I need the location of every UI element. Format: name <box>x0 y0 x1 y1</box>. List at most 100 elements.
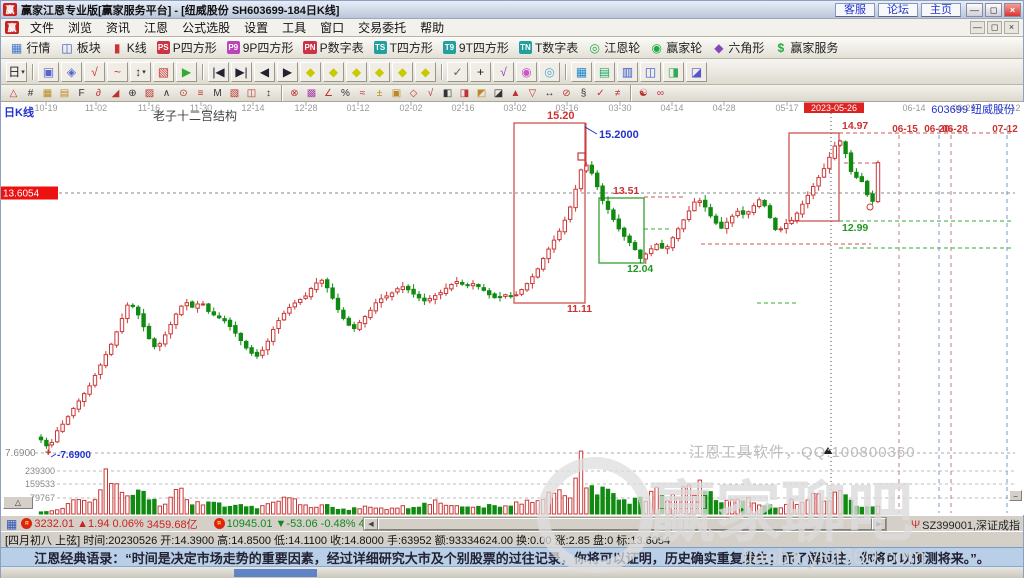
tool-icon[interactable]: ◩ <box>473 86 490 100</box>
pane-toggle-button[interactable]: △ <box>3 496 33 509</box>
tool-icon[interactable]: ⊘ <box>558 86 575 100</box>
tool-icon[interactable]: ✓ <box>592 86 609 100</box>
horizontal-scrollbar[interactable]: ◀ ▶ <box>363 517 887 531</box>
tool-icon[interactable]: ⊙ <box>175 86 192 100</box>
tool-icon[interactable]: ▣ <box>38 61 59 82</box>
toolbar-button[interactable]: TS T四方形 <box>369 38 438 58</box>
tool-icon[interactable]: ◆ <box>392 61 413 82</box>
tool-icon[interactable]: ▲ <box>507 86 524 100</box>
menu-item[interactable]: 交易委托 <box>351 21 413 35</box>
tool-icon[interactable]: ▨ <box>141 86 158 100</box>
tool-icon[interactable]: ✓ <box>447 61 468 82</box>
tool-icon[interactable]: |◀ <box>208 61 229 82</box>
splitter-minus-button[interactable]: − <box>1009 490 1022 501</box>
tool-icon[interactable]: ↕ ▾ <box>130 61 151 82</box>
tool-icon[interactable]: ◪ <box>490 86 507 100</box>
tool-icon[interactable]: ◆ <box>369 61 390 82</box>
calendar-grid-icon[interactable]: ▦ <box>6 517 17 531</box>
toolbar-button[interactable]: ◆ 六角形 <box>707 38 769 58</box>
menu-item[interactable]: 资讯 <box>99 21 137 35</box>
tool-icon[interactable]: √ <box>422 86 439 100</box>
tool-icon[interactable]: ↔ <box>541 86 558 100</box>
titlebar-link-button[interactable]: 主页 <box>921 2 961 17</box>
tool-icon[interactable]: ≈ <box>354 86 371 100</box>
tool-icon[interactable]: % <box>337 86 354 100</box>
tool-icon[interactable]: ▶| <box>231 61 252 82</box>
tool-icon[interactable]: ⊗ <box>286 86 303 100</box>
tool-icon[interactable]: ◈ <box>61 61 82 82</box>
tool-icon[interactable]: ◫ <box>640 61 661 82</box>
tool-icon[interactable]: ◨ <box>456 86 473 100</box>
tool-icon[interactable]: √ <box>84 61 105 82</box>
toolbar-button[interactable]: PS P四方形 <box>152 38 222 58</box>
tool-icon[interactable]: ◇ <box>405 86 422 100</box>
scroll-right-arrow[interactable]: ▶ <box>872 518 886 530</box>
tool-icon[interactable]: ⊕ <box>124 86 141 100</box>
tool-icon[interactable]: M <box>209 86 226 100</box>
toolbar-button[interactable]: P9 9P四方形 <box>222 38 299 58</box>
tool-icon[interactable]: ▶ <box>277 61 298 82</box>
tool-icon[interactable]: ≡ <box>192 86 209 100</box>
menu-item[interactable]: 工具 <box>275 21 313 35</box>
tool-icon[interactable]: ▦ <box>571 61 592 82</box>
toolbar-button[interactable]: ▦ 行情 <box>5 38 55 58</box>
tool-icon[interactable]: ▩ <box>303 86 320 100</box>
tool-icon[interactable]: ∂ <box>90 86 107 100</box>
menu-item[interactable]: 设置 <box>237 21 275 35</box>
current-index-label[interactable]: SZ399001,深证成指 <box>922 517 1020 533</box>
tool-icon[interactable]: ☯ <box>635 86 652 100</box>
tool-icon[interactable]: ◎ <box>539 61 560 82</box>
close-button[interactable]: × <box>1004 2 1021 17</box>
tool-icon[interactable]: § <box>575 86 592 100</box>
tool-icon[interactable]: ▣ <box>388 86 405 100</box>
tool-icon[interactable]: ± <box>371 86 388 100</box>
menu-item[interactable]: 公式选股 <box>175 21 237 35</box>
menu-item[interactable]: 文件 <box>23 21 61 35</box>
titlebar-link-button[interactable]: 客服 <box>835 2 875 17</box>
tool-icon[interactable]: 日 ▾ <box>6 61 27 82</box>
tool-icon[interactable]: ◉ <box>516 61 537 82</box>
tool-icon[interactable]: ▤ <box>594 61 615 82</box>
toolbar-button[interactable]: ◉ 赢家轮 <box>645 38 707 58</box>
menu-item[interactable]: 江恩 <box>137 21 175 35</box>
tool-icon[interactable]: ◆ <box>346 61 367 82</box>
tool-icon[interactable]: ◀ <box>254 61 275 82</box>
tool-icon[interactable]: ◆ <box>415 61 436 82</box>
restore-button[interactable]: ◻ <box>985 2 1002 17</box>
tool-icon[interactable]: ~ <box>107 61 128 82</box>
toolbar-button[interactable]: T9 9T四方形 <box>438 38 514 58</box>
tool-icon[interactable]: ◢ <box>107 86 124 100</box>
scroll-thumb[interactable] <box>378 518 872 530</box>
tool-icon[interactable]: ◆ <box>323 61 344 82</box>
tool-icon[interactable]: ◆ <box>300 61 321 82</box>
tool-icon[interactable]: ◧ <box>439 86 456 100</box>
tool-icon[interactable]: ▤ <box>56 86 73 100</box>
tool-icon[interactable]: ◨ <box>663 61 684 82</box>
toolbar-button[interactable]: $ 赢家服务 <box>769 38 843 58</box>
tool-icon[interactable]: ∧ <box>158 86 175 100</box>
toolbar-button[interactable]: TN T数字表 <box>514 38 583 58</box>
toolbar-button[interactable]: ▮ K线 <box>106 38 152 58</box>
tool-icon[interactable]: ∠ <box>320 86 337 100</box>
chart-area[interactable]: 10-19 11-02 11-16 11-30 12-14 12-28 01-12 02-02… <box>1 102 1024 515</box>
tool-icon[interactable]: ◪ <box>686 61 707 82</box>
tool-icon[interactable]: √ <box>493 61 514 82</box>
tool-icon[interactable]: ≠ <box>609 86 626 100</box>
child-restore-button[interactable]: ◻ <box>987 21 1002 34</box>
price-chart-svg[interactable]: 10-19 11-02 11-16 11-30 12-14 12-28 01-12 02-02… <box>1 102 1024 515</box>
toolbar-button[interactable]: ◫ 板块 <box>55 38 105 58</box>
tool-icon[interactable]: ↕ <box>260 86 277 100</box>
menu-item[interactable]: 窗口 <box>313 21 351 35</box>
menu-item[interactable]: 浏览 <box>61 21 99 35</box>
tool-icon[interactable]: △ <box>5 86 22 100</box>
tool-icon[interactable]: ▦ <box>39 86 56 100</box>
tool-icon[interactable]: F <box>73 86 90 100</box>
child-minimize-button[interactable]: — <box>970 21 985 34</box>
titlebar-link-button[interactable]: 论坛 <box>878 2 918 17</box>
tool-icon[interactable]: ◫ <box>243 86 260 100</box>
tool-icon[interactable]: # <box>22 86 39 100</box>
scroll-left-arrow[interactable]: ◀ <box>364 518 378 530</box>
menu-item[interactable]: 帮助 <box>413 21 451 35</box>
tool-icon[interactable]: ▽ <box>524 86 541 100</box>
tool-icon[interactable]: ▶ <box>176 61 197 82</box>
